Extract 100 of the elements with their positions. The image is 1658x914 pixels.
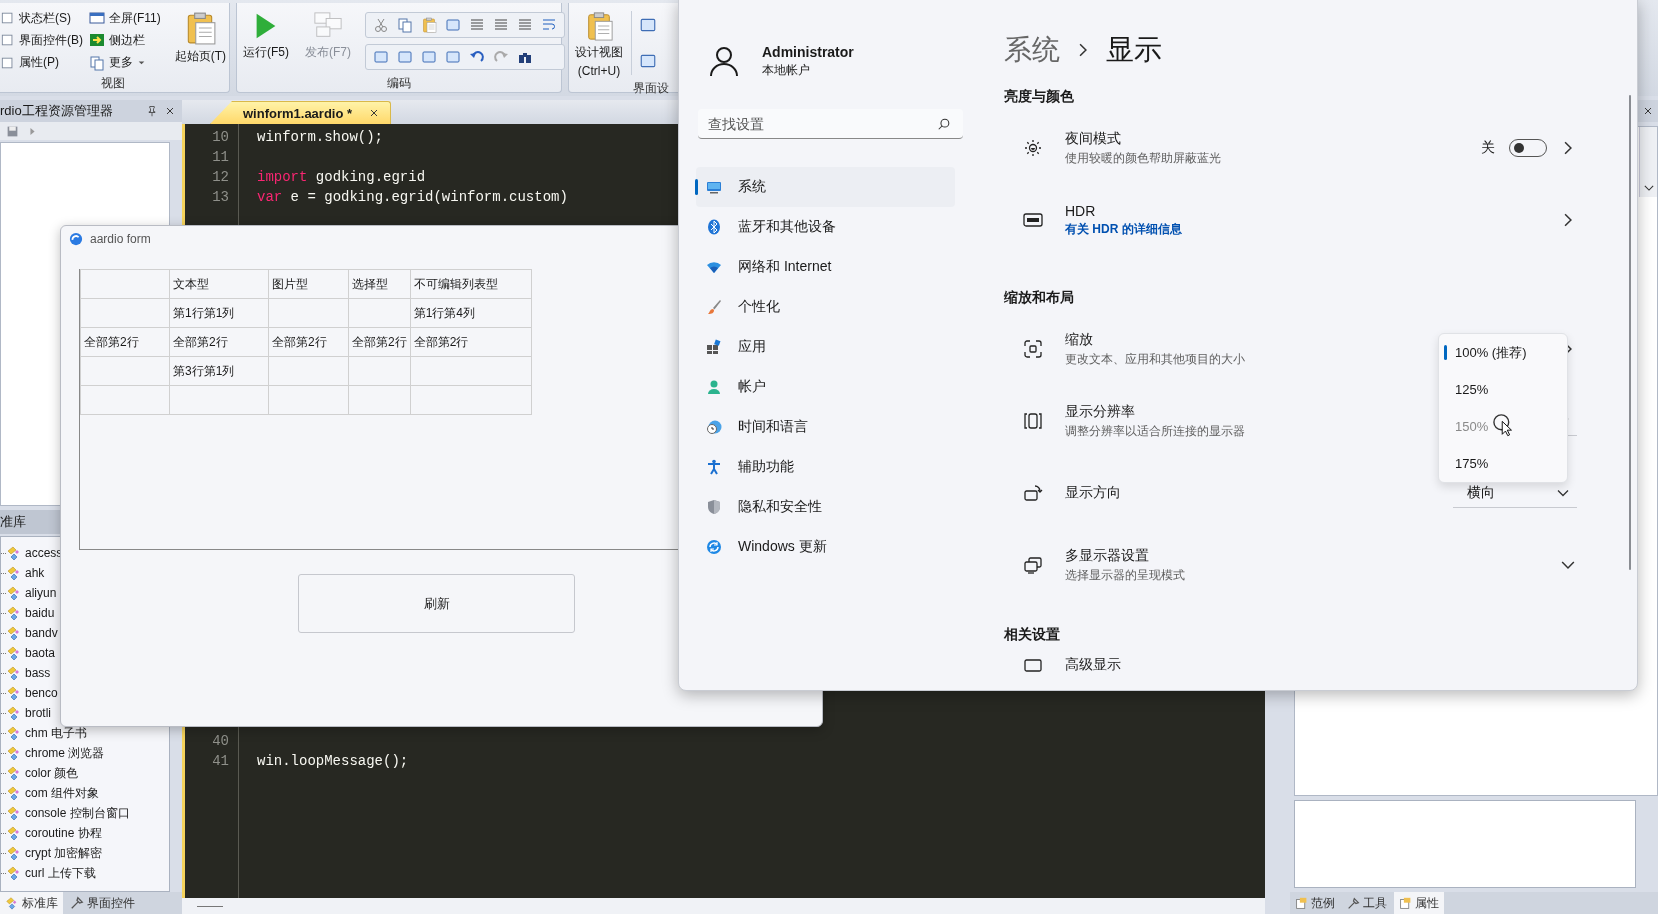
ribbon-checkbox[interactable]: 属性(P) [1, 52, 83, 73]
library-item[interactable]: chrome 浏览器 [25, 744, 105, 762]
search-icon[interactable] [937, 117, 951, 131]
close-icon[interactable] [1642, 105, 1654, 117]
rotate-icon [1023, 483, 1043, 503]
panel-tab[interactable]: 属性 [1394, 892, 1444, 914]
nav-item[interactable]: 帐户 [696, 367, 955, 407]
panel-tab[interactable]: 界面控件 [65, 892, 140, 914]
toggle-label: 关 [1481, 139, 1495, 157]
library-item[interactable]: chm 电子书 [25, 724, 87, 742]
library-item[interactable]: baidu [25, 606, 55, 620]
group-label: 视图 [100, 75, 126, 92]
table-cell [348, 356, 411, 386]
panel-tab[interactable]: 工具 [1342, 892, 1392, 914]
library-icon [6, 645, 22, 661]
table-cell: 全部第2行 [410, 327, 532, 357]
arrow-icon[interactable] [27, 125, 38, 137]
library-icon [6, 805, 22, 821]
group-label: 编码 [386, 75, 412, 92]
nav-item[interactable]: 应用 [696, 327, 955, 367]
ribbon-command[interactable]: 更多 [89, 52, 161, 73]
line-number: 40 [211, 733, 229, 749]
refresh-button[interactable]: 刷新 [298, 574, 575, 633]
nav-item[interactable]: 隐私和安全性 [696, 487, 955, 527]
column-header: 不可编辑列表型 [410, 269, 532, 299]
library-icon [6, 545, 22, 561]
line-number: 11 [211, 149, 229, 165]
scrollbar[interactable] [1639, 127, 1657, 197]
clock-icon [706, 419, 722, 435]
library-item[interactable]: console 控制台窗口 [25, 804, 130, 822]
tools-icon [70, 896, 84, 910]
nav-item[interactable]: 辅助功能 [696, 447, 955, 487]
library-item[interactable]: bandv [25, 626, 58, 640]
info-link[interactable]: 有关 HDR 的详细信息 [1065, 220, 1182, 238]
panel-title: rdio工程资源管理器 [0, 102, 114, 120]
library-item[interactable]: benco [25, 686, 58, 700]
library-icon [6, 685, 22, 701]
library-item[interactable]: brotli [25, 706, 51, 720]
ribbon-command[interactable]: 侧边栏 [89, 30, 161, 51]
panel-tab[interactable]: 范例 [1290, 892, 1340, 914]
setting-title: 高级显示 [1065, 656, 1121, 674]
setting-description: 更改文本、应用和其他项目的大小 [1065, 350, 1245, 368]
menu-option[interactable]: 100% (推荐) [1439, 334, 1567, 371]
pages-icon[interactable] [396, 15, 414, 34]
nav-item[interactable]: 蓝牙和其他设备 [696, 207, 955, 247]
scale-icon [1023, 339, 1043, 359]
window-title: aardio form [90, 232, 151, 246]
tools-icon [1347, 896, 1360, 910]
code-line: winform.show(); [257, 129, 384, 145]
pages-icon [89, 54, 105, 71]
library-icon [6, 665, 22, 681]
scrollbar[interactable] [1629, 95, 1631, 570]
ribbon-checkbox[interactable]: 状态栏(S) [1, 8, 83, 29]
library-item[interactable]: coroutine 协程 [25, 824, 102, 842]
run-button[interactable]: 运行(F5) [241, 7, 291, 74]
library-item[interactable]: baota [25, 646, 56, 660]
menu-option[interactable]: 125% [1439, 371, 1567, 408]
ribbon-checkbox[interactable]: 界面控件(B) [1, 30, 83, 51]
library-item[interactable]: curl 上传下载 [25, 864, 96, 882]
library-item[interactable]: color 颜色 [25, 764, 79, 782]
library-item[interactable]: ahk [25, 566, 45, 580]
library-item[interactable]: com 组件对象 [25, 784, 99, 802]
app-icon [69, 232, 83, 246]
table-cell: 第1行第4列 [410, 298, 532, 328]
table-cell: 全部第2行 [348, 327, 411, 357]
apps-icon [706, 339, 722, 355]
library-item[interactable]: aliyun [25, 586, 57, 600]
brush-icon [706, 299, 722, 315]
nav-item[interactable]: 网络和 Internet [696, 247, 955, 287]
setting-title: HDR [1065, 202, 1097, 219]
ribbon-command[interactable]: 全屏(F11) [89, 8, 161, 29]
library-item[interactable]: crypt 加密解密 [25, 844, 103, 862]
nav-item[interactable]: 个性化 [696, 287, 955, 327]
line-number: 12 [211, 169, 229, 185]
column-header: 图片型 [268, 269, 349, 299]
monitors-icon [1023, 555, 1043, 575]
brightness-icon [1023, 138, 1043, 158]
design-view-button[interactable]: 设计视图 (Ctrl+U) [573, 7, 625, 79]
table-cell: 全部第2行 [268, 327, 349, 357]
breadcrumb-link[interactable]: 系统 [1004, 31, 1060, 69]
search-field[interactable]: 查找设置 [698, 109, 963, 139]
setting-description: 选择显示器的呈现模式 [1065, 566, 1185, 584]
nav-item[interactable]: Windows 更新 [696, 527, 955, 567]
file-tab[interactable]: winform1.aardio * [210, 101, 392, 124]
code-line: import godking.egrid [257, 169, 426, 185]
clipboard-icon[interactable] [420, 15, 438, 34]
scroll-down-icon[interactable] [1643, 183, 1654, 193]
page-title: 显示 [1106, 33, 1162, 67]
nav-item[interactable]: 时间和语言 [696, 407, 955, 447]
save-icon[interactable] [6, 124, 19, 138]
library-icon [6, 785, 22, 801]
close-icon[interactable] [164, 105, 176, 117]
setting-title: 显示分辨率 [1065, 402, 1136, 421]
nav-item[interactable]: 系统 [696, 167, 955, 207]
library-item[interactable]: bass [25, 666, 51, 680]
pin-icon[interactable] [146, 105, 158, 117]
start-page-button[interactable]: 起始页(T) [172, 7, 229, 74]
panel-title: 准库 [0, 513, 27, 531]
person-icon [706, 379, 722, 395]
panel-tab[interactable]: 标准库 [0, 892, 63, 914]
